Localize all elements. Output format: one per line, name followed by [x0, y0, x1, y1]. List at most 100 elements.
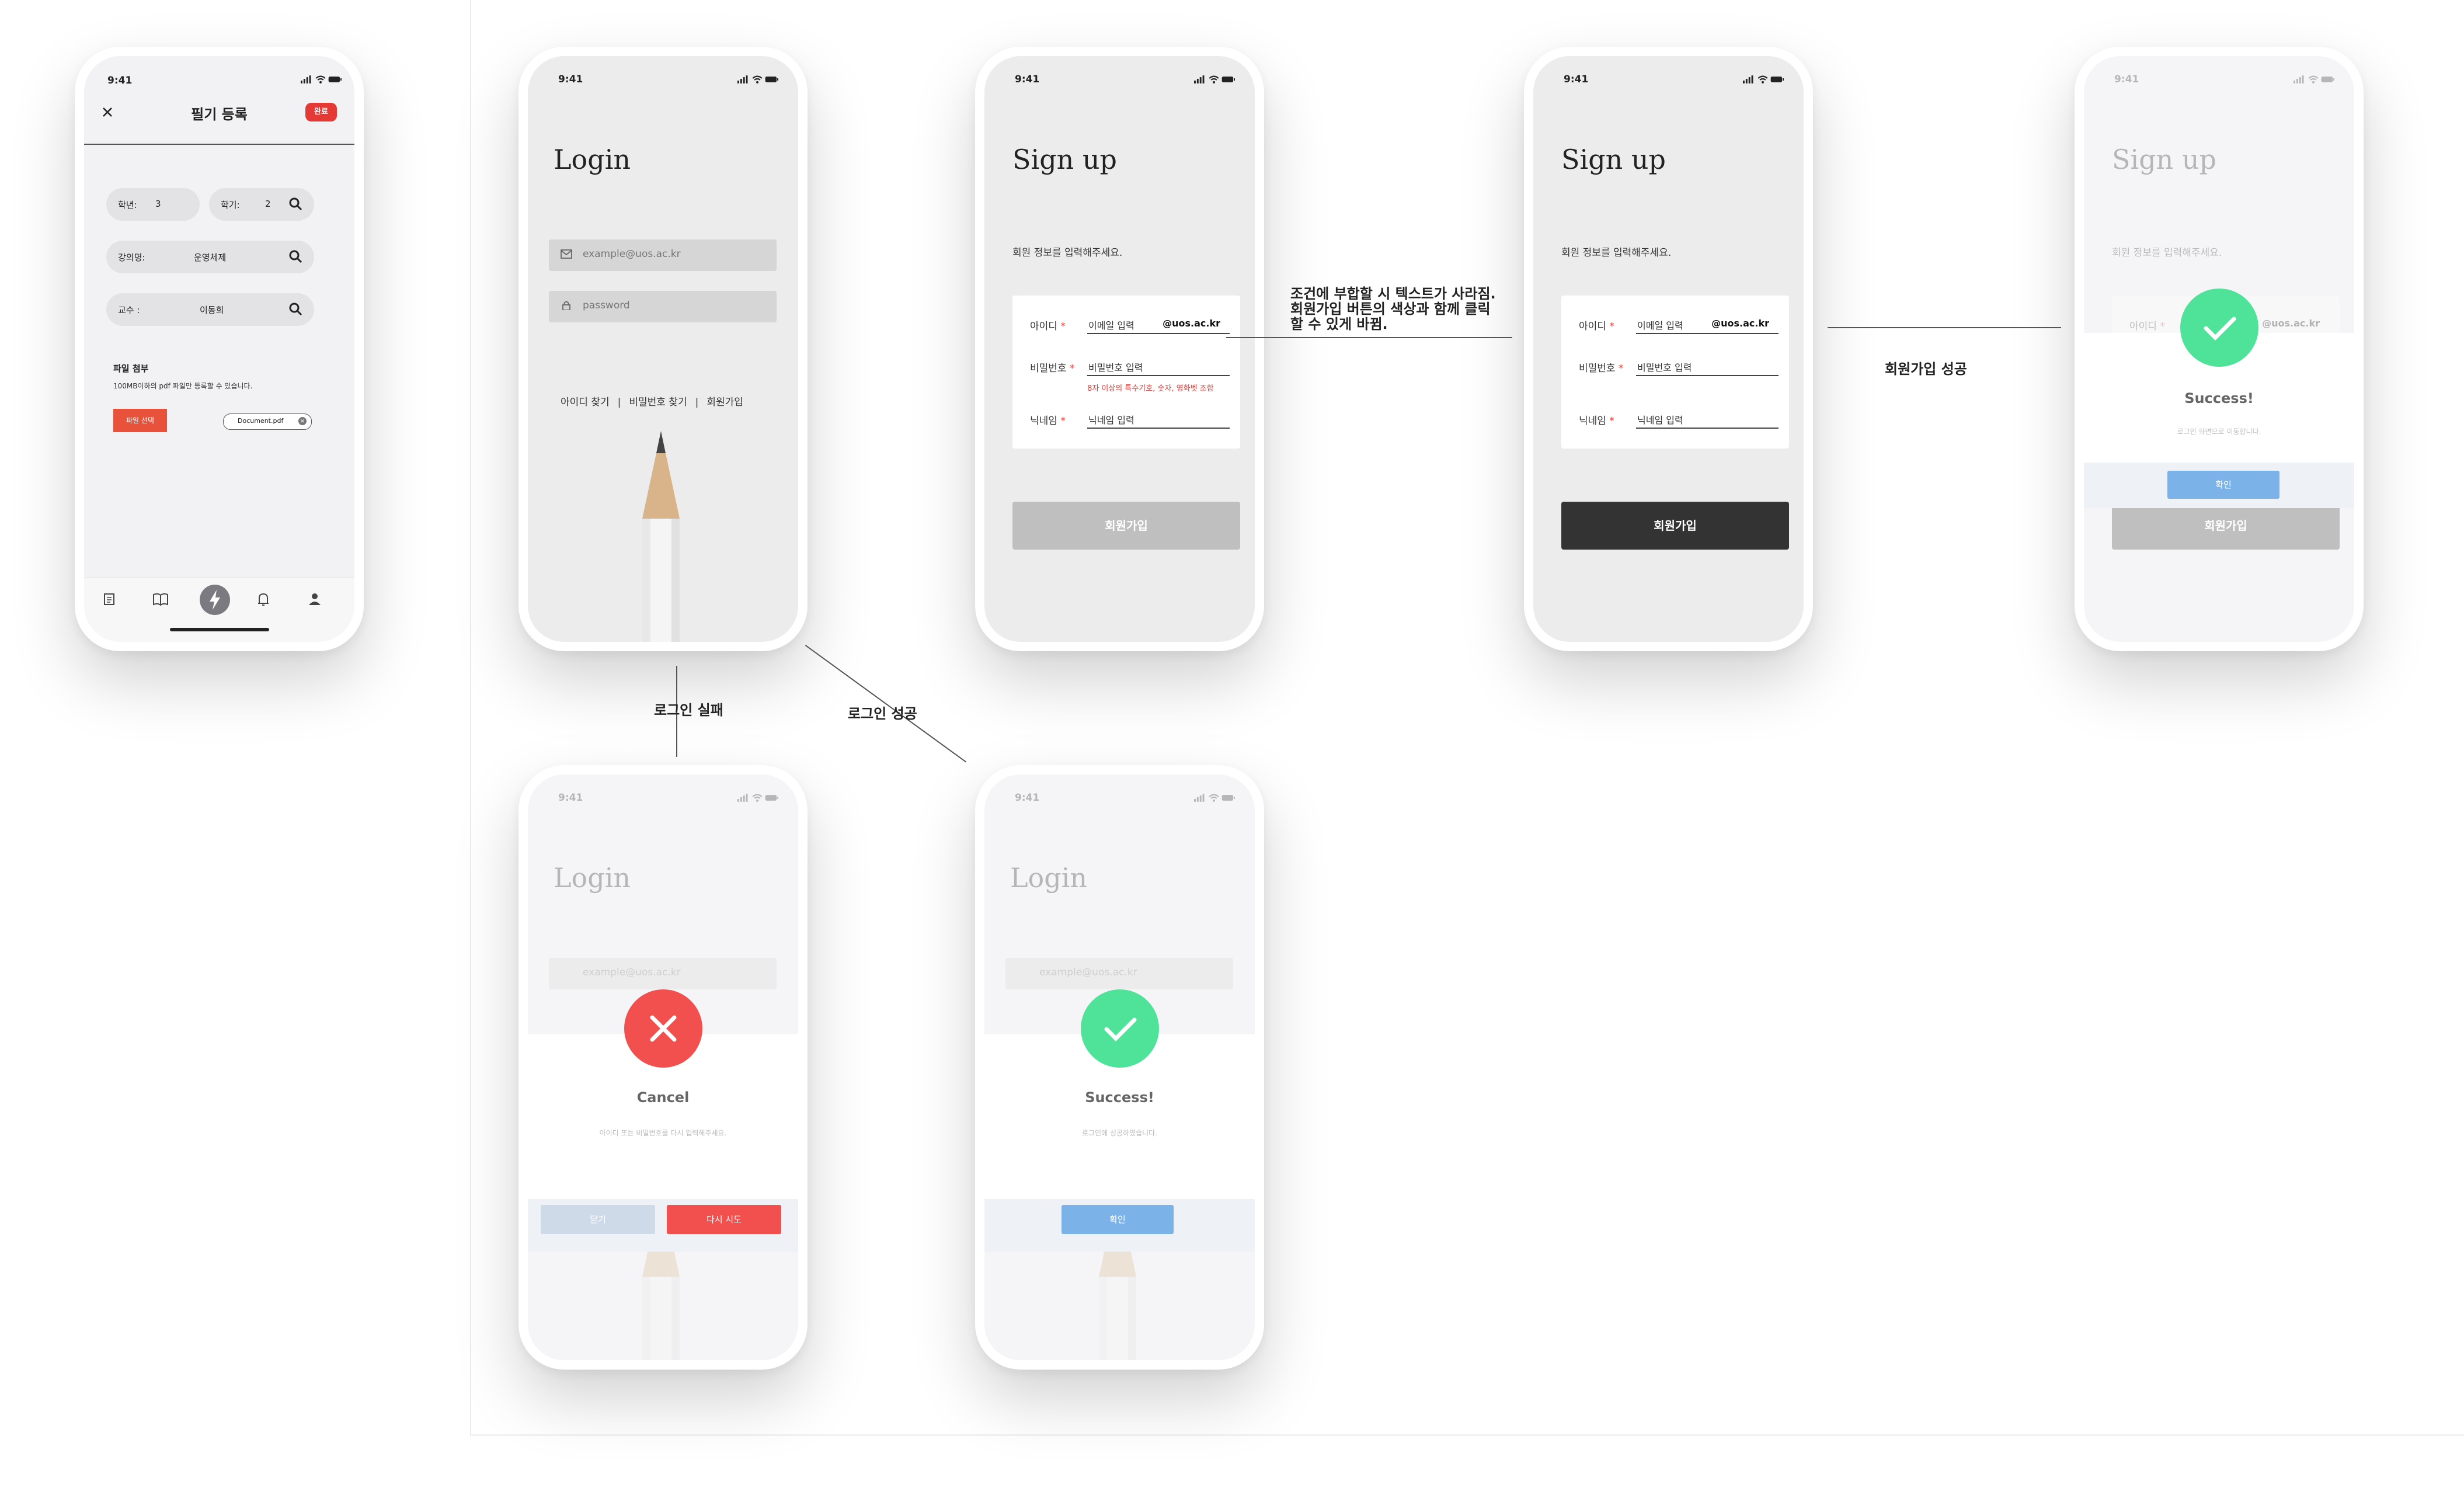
find-password-link[interactable]: 비밀번호 찾기 — [629, 397, 687, 408]
connector-signup-success — [1828, 327, 2061, 328]
signup-success-phone: 9:41 Sign up 회원 정보를 입력해주세요. 아이디 * @uos.a… — [2075, 47, 2364, 651]
search-icon[interactable] — [288, 249, 302, 263]
signup-phone: 9:41 Sign up 회원 정보를 입력해주세요. 아이디 * 이메일 입력… — [975, 47, 1264, 651]
dialog-message: 아이디 또는 비밀번호를 다시 입력해주세요. — [599, 1129, 727, 1137]
note-register-phone: 9:41 필기 등록 완료 학년: 3 학기: 2 강의명: 운영체제 교수 :… — [75, 47, 364, 651]
professor-value: 이동희 — [200, 305, 224, 315]
status-bar: 9:41 — [528, 56, 798, 91]
signup-button-disabled[interactable]: 회원가입 — [1012, 502, 1240, 550]
dialog-message: 로그인 화면으로 이동합니다. — [2177, 428, 2261, 436]
grade-label: 학년: — [118, 200, 137, 210]
login-fail-phone: 9:41 Login example@uos.ac.kr Cancel 아이디 … — [518, 765, 808, 1370]
id-input[interactable]: 이메일 입력 @uos.ac.kr — [1087, 315, 1230, 334]
done-button[interactable]: 완료 — [305, 103, 337, 121]
search-icon[interactable] — [288, 197, 302, 211]
id-label: 아이디 * — [1030, 321, 1066, 332]
select-file-button[interactable]: 파일 선택 — [113, 409, 167, 432]
id-input[interactable]: 이메일 입력 @uos.ac.kr — [1636, 315, 1779, 334]
find-id-link[interactable]: 아이디 찾기 — [561, 397, 610, 408]
mail-icon — [561, 249, 572, 259]
signup-form: 아이디 * 이메일 입력 @uos.ac.kr 비밀번호 * 비밀번호 입력 닉네… — [1561, 296, 1789, 449]
email-field: example@uos.ac.kr — [549, 958, 777, 989]
password-field[interactable]: password — [549, 291, 777, 322]
password-placeholder: password — [583, 300, 630, 311]
confirm-button[interactable]: 확인 — [1062, 1205, 1174, 1234]
password-label: 비밀번호 * — [1579, 363, 1624, 374]
close-button[interactable]: 닫기 — [541, 1205, 655, 1234]
semester-field[interactable]: 학기: 2 — [209, 188, 314, 221]
retry-button[interactable]: 다시 시도 — [667, 1205, 781, 1234]
professor-label: 교수 : — [118, 305, 140, 315]
signup-button-disabled: 회원가입 — [2112, 502, 2340, 550]
dialog-footer: 닫기 다시 시도 — [528, 1199, 798, 1252]
nickname-label: 닉네임 * — [1030, 415, 1066, 427]
signup-valid-phone: 9:41 Sign up 회원 정보를 입력해주세요. 아이디 * 이메일 입력… — [1524, 47, 1813, 651]
cancel-x-icon — [624, 989, 702, 1068]
pencil-image — [642, 431, 680, 642]
status-time: 9:41 — [1015, 792, 1040, 804]
tab-bar — [84, 577, 354, 642]
status-time: 9:41 — [1564, 74, 1589, 85]
signup-button-active[interactable]: 회원가입 — [1561, 502, 1789, 550]
nickname-label: 닉네임 * — [1579, 415, 1614, 427]
auth-links: 아이디 찾기 | 비밀번호 찾기 | 회원가입 — [561, 397, 743, 408]
email-domain: @uos.ac.kr — [1711, 318, 1769, 329]
email-placeholder: example@uos.ac.kr — [583, 248, 681, 260]
id-label: 아이디 * — [2129, 321, 2165, 332]
signup-subtitle: 회원 정보를 입력해주세요. — [1012, 247, 1123, 259]
dialog-title: Success! — [2184, 390, 2254, 406]
annotation-login-fail: 로그인 실패 — [654, 702, 723, 718]
semester-label: 학기: — [221, 200, 240, 210]
id-row: 아이디 * 이메일 입력 @uos.ac.kr — [1579, 315, 1779, 335]
email-field: example@uos.ac.kr — [1005, 958, 1233, 989]
professor-field[interactable]: 교수 : 이동희 — [106, 293, 314, 326]
signup-form: 아이디 * 이메일 입력 @uos.ac.kr 비밀번호 * 비밀번호 입력 8자… — [1012, 296, 1240, 449]
status-time: 9:41 — [1015, 74, 1040, 85]
search-icon[interactable] — [288, 302, 302, 316]
login-title: Login — [1010, 862, 1088, 894]
dialog-footer: 확인 — [984, 1199, 1255, 1252]
signup-title: Sign up — [2112, 144, 2216, 175]
status-bar: 9:41 — [1533, 56, 1804, 91]
signup-link[interactable]: 회원가입 — [707, 397, 743, 408]
book-tab-icon[interactable] — [151, 589, 170, 609]
signup-title: Sign up — [1561, 144, 1666, 175]
system-status-icons — [2294, 75, 2334, 84]
lightning-tab-icon[interactable] — [200, 585, 230, 615]
login-success-phone: 9:41 Login example@uos.ac.kr Success! 로그… — [975, 765, 1264, 1370]
system-status-icons — [1743, 75, 1784, 84]
signup-valid-screen: 9:41 Sign up 회원 정보를 입력해주세요. 아이디 * 이메일 입력… — [1533, 56, 1804, 642]
login-title: Login — [554, 144, 631, 175]
notes-tab-icon[interactable] — [99, 589, 119, 609]
nickname-input[interactable]: 닉네임 입력 — [1636, 410, 1779, 429]
dialog-footer: 확인 — [2084, 463, 2354, 508]
nickname-input[interactable]: 닉네임 입력 — [1087, 410, 1230, 429]
system-status-icons — [301, 75, 342, 84]
connector-condition — [1226, 337, 1512, 338]
profile-tab-icon[interactable] — [305, 589, 325, 609]
login-title: Login — [554, 862, 631, 894]
success-check-icon — [2180, 289, 2258, 367]
password-error-text: 8자 이상의 특수기호, 숫자, 영화벳 조합 — [1087, 384, 1214, 393]
confirm-button[interactable]: 확인 — [2167, 471, 2279, 499]
password-label: 비밀번호 * — [1030, 363, 1075, 374]
email-domain: @uos.ac.kr — [1163, 318, 1220, 329]
dialog-title: Success! — [1085, 1089, 1154, 1106]
remove-file-icon[interactable]: × — [298, 417, 307, 425]
file-chip: Document.pdf × — [223, 414, 312, 430]
password-input[interactable]: 비밀번호 입력 — [1636, 357, 1779, 376]
grade-field[interactable]: 학년: 3 — [106, 188, 200, 221]
bell-tab-icon[interactable] — [253, 589, 273, 609]
email-field[interactable]: example@uos.ac.kr — [549, 239, 777, 271]
course-field[interactable]: 강의명: 운영체제 — [106, 241, 314, 273]
nickname-row: 닉네임 * 닉네임 입력 — [1030, 410, 1230, 430]
password-row: 비밀번호 * 비밀번호 입력 — [1579, 357, 1779, 377]
course-value: 운영체제 — [194, 252, 227, 263]
attach-title: 파일 첨부 — [113, 363, 149, 374]
annotation-signup-success: 회원가입 성공 — [1885, 361, 1967, 377]
password-row: 비밀번호 * 비밀번호 입력 — [1030, 357, 1230, 377]
password-input[interactable]: 비밀번호 입력 — [1087, 357, 1230, 376]
status-bar: 9:41 — [84, 56, 354, 91]
note-register-screen: 9:41 필기 등록 완료 학년: 3 학기: 2 강의명: 운영체제 교수 :… — [84, 56, 354, 642]
dialog-message: 로그인에 성공하였습니다. — [1081, 1129, 1158, 1137]
